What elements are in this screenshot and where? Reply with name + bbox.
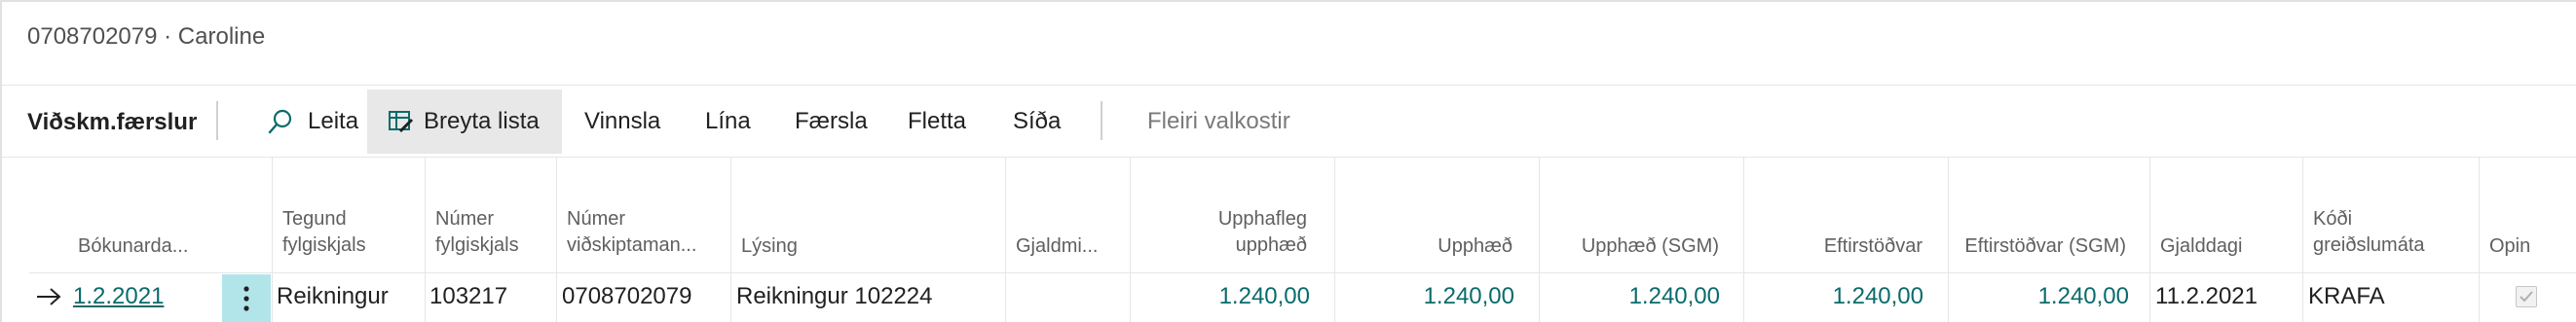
col-header-description[interactable]: Lýsing [741,233,798,260]
edit-list-label: Breyta lista [424,108,540,134]
cell-amount[interactable]: 1.240,00 [1334,279,1514,314]
menu-fletta[interactable]: Fletta [908,89,966,154]
column-divider [2479,158,2480,322]
more-vertical-icon [243,286,249,311]
cell-doc-no: 103217 [429,283,508,309]
column-divider [1005,158,1006,322]
menu-sida[interactable]: Síða [1013,89,1061,154]
cell-due-date: 11.2.2021 [2155,283,2258,309]
column-divider [272,158,273,322]
divider [2,157,2576,158]
header-line: Númer [567,208,626,230]
header-line: Upphafleg [1217,208,1307,230]
header-line: fylgiskjals [282,234,366,256]
list-title: Viðskm.færslur [27,109,198,135]
cell-payment-method: KRAFA [2308,283,2385,309]
header-line: fylgiskjals [435,234,519,256]
toolbar-separator [1101,101,1102,140]
arrow-right-icon [37,288,61,305]
divider [2,85,2576,86]
col-header-doc-type[interactable]: Tegund fylgiskjals [282,206,366,259]
cell-description: Reikningur 102224 [736,283,933,309]
col-header-amount-lcy[interactable]: Upphæð (SGM) [1539,233,1719,260]
cell-posting-date[interactable]: 1.2.2021 [73,279,164,314]
column-divider [2149,158,2150,322]
col-header-posting-date[interactable]: Bókunarda... [78,233,188,260]
header-line: Númer [435,208,495,230]
window-border-top [0,0,2576,2]
col-header-currency[interactable]: Gjaldmi... [1016,233,1098,260]
cell-remaining-lcy[interactable]: 1.240,00 [1948,279,2129,314]
page-title: 0708702079 · Caroline [27,23,266,50]
row-menu-button[interactable] [222,274,271,322]
cell-remaining[interactable]: 1.240,00 [1743,279,1923,314]
open-checkbox[interactable] [2516,286,2537,307]
header-line: Tegund [282,208,347,230]
cell-doc-type: Reikningur [277,283,389,309]
col-header-open[interactable]: Opin [2489,233,2530,260]
action-bar: Viðskm.færslur Leita Breyta lista Vinnsl… [0,89,2576,154]
col-header-payment-method[interactable]: Kóði greiðslumáta [2313,206,2425,259]
menu-vinnsla[interactable]: Vinnsla [584,89,660,154]
cell-amount-lcy[interactable]: 1.240,00 [1539,279,1720,314]
column-divider [425,158,426,322]
checkmark-icon [2520,291,2533,303]
col-header-doc-no[interactable]: Númer fylgiskjals [435,206,519,259]
menu-lina[interactable]: Lína [705,89,751,154]
column-divider [556,158,557,322]
col-header-original-amount[interactable]: Upphafleg upphæð [1130,206,1307,259]
header-line: viðskiptaman... [567,234,697,256]
column-divider [730,158,731,322]
col-header-remaining[interactable]: Eftirstöðvar [1743,233,1923,260]
header-row-divider [29,272,2576,273]
edit-list-icon [389,111,414,133]
cell-customer-no: 0708702079 [562,283,692,309]
search-label: Leita [308,108,359,134]
edit-list-button[interactable]: Breyta lista [367,89,562,154]
window-border-left [0,0,2,322]
menu-faersla[interactable]: Færsla [795,89,868,154]
col-header-due-date[interactable]: Gjalddagi [2160,233,2243,260]
more-options-button[interactable]: Fleiri valkostir [1147,89,1290,154]
search-icon [268,109,292,134]
cell-original-amount[interactable]: 1.240,00 [1130,279,1310,314]
col-header-remaining-lcy[interactable]: Eftirstöðvar (SGM) [1948,233,2126,260]
search-button[interactable]: Leita [259,89,366,154]
header-line: upphæð [1235,234,1307,256]
header-line: greiðslumáta [2313,234,2425,256]
column-divider [2302,158,2303,322]
col-header-customer-no[interactable]: Númer viðskiptaman... [567,206,696,259]
col-header-amount[interactable]: Upphæð [1334,233,1512,260]
toolbar-separator [216,101,218,140]
header-line: Kóði [2313,208,2353,230]
